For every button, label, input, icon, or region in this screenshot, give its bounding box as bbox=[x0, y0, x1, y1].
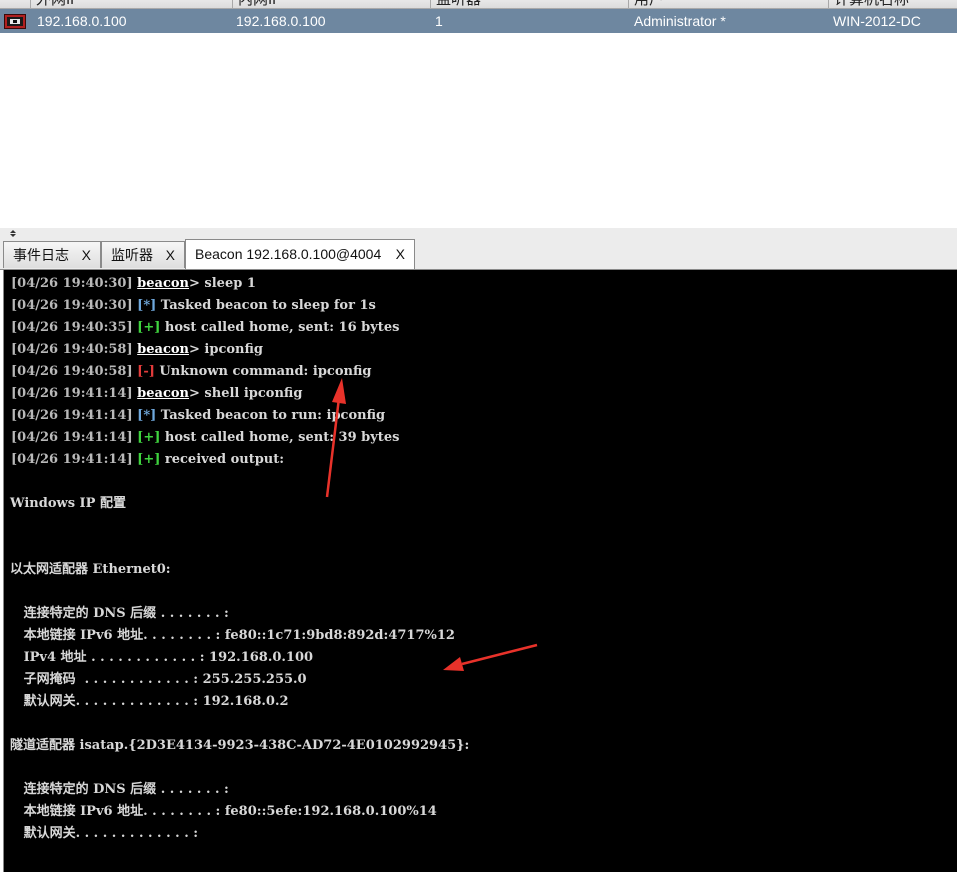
beacon-console[interactable]: [04/26 19:40:30] beacon> sleep 1 [04/26 1… bbox=[3, 270, 957, 872]
tab-beacon-console[interactable]: Beacon 192.168.0.100@4004 X bbox=[185, 239, 415, 269]
console-timestamp: [04/26 19:41:14] bbox=[11, 452, 133, 467]
column-header-listener[interactable]: 监听器 bbox=[430, 0, 628, 8]
console-log-line: [04/26 19:40:58] [-] Unknown command: ip… bbox=[11, 362, 371, 382]
console-output-line: 连接特定的 DNS 后缀 . . . . . . . : bbox=[10, 606, 229, 621]
status-marker: [-] bbox=[137, 364, 155, 379]
console-message: Unknown command: ipconfig bbox=[154, 364, 372, 379]
console-timestamp: [04/26 19:41:14] bbox=[11, 430, 133, 445]
beacon-session-icon bbox=[4, 14, 26, 29]
column-header-user[interactable]: 用户 bbox=[628, 0, 828, 8]
tab-listeners[interactable]: 监听器 X bbox=[101, 241, 185, 268]
console-output-line: 连接特定的 DNS 后缀 . . . . . . . : bbox=[10, 782, 229, 797]
beacon-prompt: beacon bbox=[137, 386, 189, 401]
console-output-line: 本地链接 IPv6 地址. . . . . . . . : fe80::5efe… bbox=[10, 804, 437, 819]
tab-label: 监听器 bbox=[111, 247, 153, 263]
console-log-line: [04/26 19:41:14] [+] host called home, s… bbox=[11, 428, 399, 448]
console-message: > sleep 1 bbox=[189, 276, 256, 291]
console-log-line: [04/26 19:40:58] beacon> ipconfig bbox=[11, 340, 263, 360]
status-marker: [+] bbox=[137, 430, 161, 445]
column-header-external-ip[interactable]: 外网IP bbox=[30, 0, 232, 8]
console-timestamp: [04/26 19:40:35] bbox=[11, 320, 133, 335]
split-divider[interactable] bbox=[0, 228, 957, 238]
console-timestamp: [04/26 19:41:14] bbox=[11, 408, 133, 423]
console-message: > shell ipconfig bbox=[189, 386, 303, 401]
console-timestamp: [04/26 19:40:58] bbox=[11, 342, 133, 357]
tab-bar: 事件日志 X 监听器 X Beacon 192.168.0.100@4004 X bbox=[0, 238, 957, 270]
status-marker: [+] bbox=[137, 452, 161, 467]
session-table: 外网IP 内网IP 监听器 用户 计算机名称 192.168.0.100 192… bbox=[0, 0, 957, 229]
console-log-line: [04/26 19:40:30] beacon> sleep 1 bbox=[11, 274, 256, 294]
console-output-line: 默认网关. . . . . . . . . . . . . : bbox=[10, 826, 199, 841]
console-output-line: 本地链接 IPv6 地址. . . . . . . . : fe80::1c71… bbox=[10, 628, 455, 643]
console-message: host called home, sent: 16 bytes bbox=[160, 320, 400, 335]
tab-label: 事件日志 bbox=[13, 247, 69, 263]
console-log-line: [04/26 19:41:14] beacon> shell ipconfig bbox=[11, 384, 302, 404]
console-timestamp: [04/26 19:40:30] bbox=[11, 276, 133, 291]
console-message: Tasked beacon to run: ipconfig bbox=[156, 408, 386, 423]
beacon-prompt: beacon bbox=[137, 276, 189, 291]
console-message: received output: bbox=[160, 452, 285, 467]
beacon-prompt: beacon bbox=[137, 342, 189, 357]
collapse-up-icon[interactable] bbox=[10, 230, 16, 233]
console-output-line: 以太网适配器 Ethernet0: bbox=[10, 562, 171, 577]
cell-external-ip: 192.168.0.100 bbox=[37, 13, 127, 29]
session-row[interactable]: 192.168.0.100 192.168.0.100 1 Administra… bbox=[0, 9, 957, 33]
expand-down-icon[interactable] bbox=[10, 234, 16, 237]
console-output-line: 默认网关. . . . . . . . . . . . . : 192.168.… bbox=[10, 694, 289, 709]
tab-label: Beacon 192.168.0.100@4004 bbox=[195, 246, 382, 262]
status-marker: [+] bbox=[137, 320, 161, 335]
cell-computer: WIN-2012-DC bbox=[833, 13, 921, 29]
column-header-internal-ip[interactable]: 内网IP bbox=[232, 0, 430, 8]
console-log-line: [04/26 19:41:14] [*] Tasked beacon to ru… bbox=[11, 406, 385, 426]
cell-internal-ip: 192.168.0.100 bbox=[236, 13, 326, 29]
cell-listener: 1 bbox=[435, 13, 443, 29]
close-icon[interactable]: X bbox=[82, 242, 91, 268]
console-output-line: Windows IP 配置 bbox=[10, 496, 126, 511]
console-message: Tasked beacon to sleep for 1s bbox=[156, 298, 376, 313]
console-output-line: IPv4 地址 . . . . . . . . . . . . : 192.16… bbox=[10, 650, 314, 665]
console-message: host called home, sent: 39 bytes bbox=[160, 430, 400, 445]
tab-event-log[interactable]: 事件日志 X bbox=[3, 241, 101, 268]
console-output-line: 子网掩码 . . . . . . . . . . . . : 255.255.2… bbox=[10, 672, 307, 687]
console-log-line: [04/26 19:41:14] [+] received output: bbox=[11, 450, 284, 470]
console-timestamp: [04/26 19:41:14] bbox=[11, 386, 133, 401]
cell-user: Administrator * bbox=[634, 13, 726, 29]
close-icon[interactable]: X bbox=[396, 240, 405, 268]
column-header-computer[interactable]: 计算机名称 bbox=[828, 0, 957, 8]
console-message: > ipconfig bbox=[189, 342, 264, 357]
status-marker: [*] bbox=[137, 408, 157, 423]
console-output-line: 隧道适配器 isatap.{2D3E4134-9923-438C-AD72-4E… bbox=[10, 738, 470, 753]
close-icon[interactable]: X bbox=[166, 242, 175, 268]
status-marker: [*] bbox=[137, 298, 157, 313]
table-header: 外网IP 内网IP 监听器 用户 计算机名称 bbox=[0, 0, 957, 9]
console-timestamp: [04/26 19:40:58] bbox=[11, 364, 133, 379]
console-log-line: [04/26 19:40:35] [+] host called home, s… bbox=[11, 318, 399, 338]
console-log-line: [04/26 19:40:30] [*] Tasked beacon to sl… bbox=[11, 296, 376, 316]
console-timestamp: [04/26 19:40:30] bbox=[11, 298, 133, 313]
